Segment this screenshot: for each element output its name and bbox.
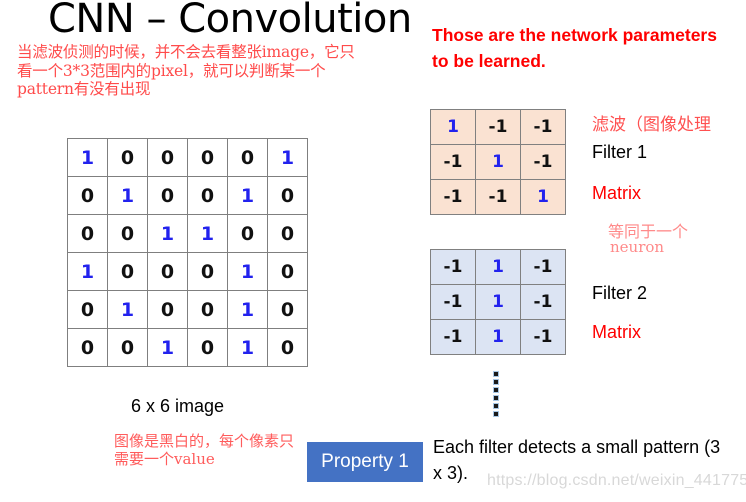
image-matrix-row: 010010 [67, 176, 308, 215]
ellipsis-dot [494, 388, 498, 392]
image-matrix-cell: 0 [227, 214, 268, 253]
image-matrix-row: 100010 [67, 252, 308, 291]
image-matrix-cell: 1 [107, 176, 148, 215]
image-caption: 6 x 6 image [131, 396, 225, 416]
image-matrix-cell: 0 [67, 214, 108, 253]
image-matrix-cell: 0 [187, 290, 228, 329]
image-matrix-cell: 0 [107, 214, 148, 253]
ellipsis-dot [494, 396, 498, 400]
image-matrix-cell: 1 [227, 252, 268, 291]
filter-matrix-row: -1 1 -1 [430, 249, 566, 285]
annotation-bottom-left: 图像是黑白的，每个像素只需要一个value [114, 432, 295, 468]
image-matrix-cell: 0 [147, 138, 188, 177]
image-matrix-cell: 1 [227, 290, 268, 329]
filter-matrix-cell: 1 [430, 109, 476, 145]
image-matrix-cell: 1 [227, 328, 268, 367]
image-matrix-cell: 0 [187, 176, 228, 215]
image-matrix-cell: 0 [187, 138, 228, 177]
image-matrix-row: 001010 [67, 328, 308, 367]
ellipsis-dot [494, 380, 498, 384]
ellipsis-dot [494, 404, 498, 408]
filter-1-matrix-label: Matrix [592, 183, 641, 203]
ellipsis-dot [494, 412, 498, 416]
image-matrix-cell: 0 [187, 252, 228, 291]
filter-matrix-row: -1 1 -1 [430, 319, 566, 355]
filter-matrix-cell: -1 [430, 249, 476, 285]
ellipsis-dot [494, 372, 498, 376]
filter-matrix-cell: -1 [520, 109, 566, 145]
annotation-top-left: 当滤波侦测的时候，并不会去看整张image，它只看一个3*3范围内的pixel，… [17, 43, 355, 98]
filter-matrix-cell: -1 [475, 109, 521, 145]
filter-1-matrix: 1 -1 -1 -1 1 -1 -1 -1 1 [430, 109, 566, 215]
filter-matrix-cell: -1 [520, 284, 566, 320]
filter-2-matrix: -1 1 -1 -1 1 -1 -1 1 -1 [430, 249, 566, 355]
image-matrix-cell: 1 [107, 290, 148, 329]
filter-matrix-cell: 1 [475, 284, 521, 320]
filter-matrix-cell: -1 [520, 249, 566, 285]
image-matrix-cell: 0 [267, 328, 308, 367]
filter-matrix-cell: -1 [520, 144, 566, 180]
image-matrix-cell: 0 [267, 252, 308, 291]
vertical-ellipsis-icon [494, 372, 498, 416]
filter-matrix-cell: -1 [430, 144, 476, 180]
property-badge: Property 1 [307, 442, 423, 482]
filter-matrix-cell: 1 [475, 319, 521, 355]
image-matrix-cell: 0 [147, 176, 188, 215]
image-matrix-cell: 0 [107, 252, 148, 291]
filter-matrix-cell: 1 [520, 179, 566, 215]
filter-1-label: Filter 1 [592, 142, 648, 162]
filter-cn-label: 滤波（图像处理 [592, 115, 711, 135]
image-matrix-cell: 1 [147, 328, 188, 367]
image-matrix-cell: 0 [67, 328, 108, 367]
slide-canvas: CNN – Convolution 当滤波侦测的时候，并不会去看整张image，… [0, 0, 746, 502]
neuron-label: neuron [610, 238, 665, 256]
image-matrix-cell: 0 [107, 328, 148, 367]
property-description: Each filter detects a small pattern (3 x… [433, 437, 721, 483]
image-matrix-row: 001100 [67, 214, 308, 253]
image-matrix-cell: 0 [227, 138, 268, 177]
image-matrix-cell: 1 [147, 214, 188, 253]
image-matrix-cell: 0 [147, 290, 188, 329]
image-matrix-cell: 1 [227, 176, 268, 215]
filter-matrix-row: -1 1 -1 [430, 144, 566, 180]
parameters-heading: Those are the network parameters to be l… [432, 25, 717, 71]
image-matrix-cell: 1 [67, 252, 108, 291]
image-matrix-cell: 1 [267, 138, 308, 177]
filter-matrix-cell: -1 [430, 284, 476, 320]
image-matrix-cell: 1 [67, 138, 108, 177]
filter-matrix-cell: -1 [475, 179, 521, 215]
input-image-matrix: 100001010010001100100010010010001010 [67, 138, 308, 367]
image-matrix-cell: 0 [67, 290, 108, 329]
filter-matrix-cell: 1 [475, 144, 521, 180]
filter-matrix-row: -1 -1 1 [430, 179, 566, 215]
filter-matrix-cell: -1 [430, 319, 476, 355]
image-matrix-cell: 0 [67, 176, 108, 215]
filter-matrix-cell: 1 [475, 249, 521, 285]
image-matrix-cell: 0 [107, 138, 148, 177]
image-matrix-cell: 0 [147, 252, 188, 291]
filter-matrix-row: 1 -1 -1 [430, 109, 566, 145]
image-matrix-cell: 1 [187, 214, 228, 253]
filter-2-label: Filter 2 [592, 283, 648, 303]
page-title: CNN – Convolution [48, 0, 412, 42]
image-matrix-cell: 0 [267, 176, 308, 215]
filter-2-matrix-label: Matrix [592, 322, 641, 342]
image-matrix-cell: 0 [187, 328, 228, 367]
image-matrix-cell: 0 [267, 290, 308, 329]
filter-matrix-row: -1 1 -1 [430, 284, 566, 320]
filter-matrix-cell: -1 [430, 179, 476, 215]
image-matrix-row: 100001 [67, 138, 308, 177]
image-matrix-row: 010010 [67, 290, 308, 329]
filter-matrix-cell: -1 [520, 319, 566, 355]
image-matrix-cell: 0 [267, 214, 308, 253]
